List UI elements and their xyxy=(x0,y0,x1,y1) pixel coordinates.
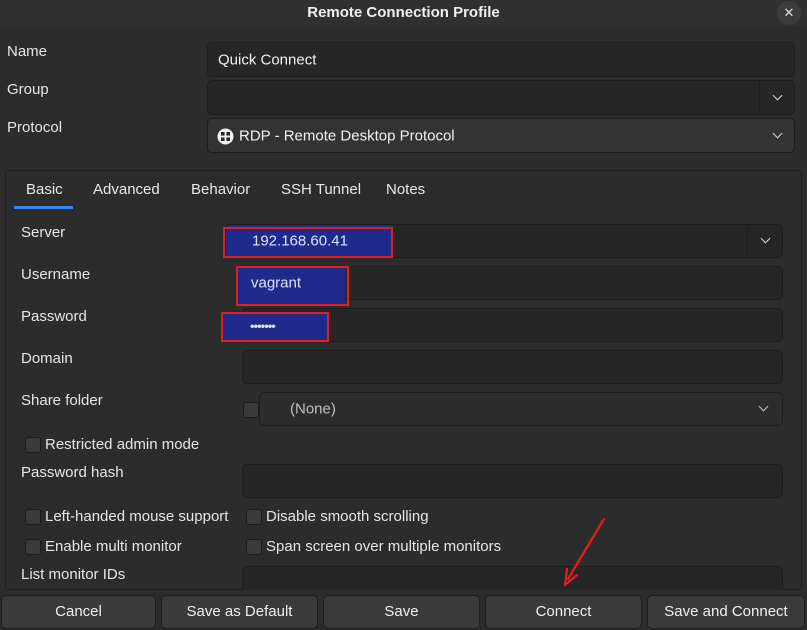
close-icon[interactable]: ✕ xyxy=(777,1,801,25)
protocol-dropdown[interactable]: RDP - Remote Desktop Protocol xyxy=(207,118,795,153)
server-dropdown-button[interactable] xyxy=(747,225,782,257)
tab-advanced[interactable]: Advanced xyxy=(93,181,160,198)
save-button[interactable]: Save xyxy=(323,595,480,629)
save-and-connect-button[interactable]: Save and Connect xyxy=(647,595,805,629)
domain-label: Domain xyxy=(21,350,73,367)
annotation-box-password xyxy=(221,312,329,342)
multi-monitor-label: Enable multi monitor xyxy=(45,538,182,555)
password-hash-input[interactable] xyxy=(242,464,783,498)
left-handed-label: Left-handed mouse support xyxy=(45,508,229,525)
span-screen-label: Span screen over multiple monitors xyxy=(266,538,502,555)
title-bar: Remote Connection Profile ✕ xyxy=(0,0,807,27)
connect-button[interactable]: Connect xyxy=(485,595,642,629)
restricted-admin-label: Restricted admin mode xyxy=(45,436,200,453)
protocol-label: Protocol xyxy=(7,119,63,136)
disable-smooth-scrolling-label: Disable smooth scrolling xyxy=(266,508,429,525)
password-label: Password xyxy=(21,308,87,325)
share-folder-value: (None) xyxy=(290,400,336,418)
share-folder-dropdown[interactable]: (None) xyxy=(259,392,783,426)
rdp-protocol-icon xyxy=(217,128,234,145)
span-screen-checkbox[interactable] xyxy=(246,539,262,555)
share-folder-label: Share folder xyxy=(21,392,103,409)
password-hash-label: Password hash xyxy=(21,464,124,481)
tab-basic[interactable]: Basic xyxy=(26,181,63,198)
group-dropdown-button[interactable] xyxy=(759,81,794,114)
tab-notes[interactable]: Notes xyxy=(386,181,425,198)
chevron-down-icon xyxy=(772,90,783,101)
tab-bar: Basic Advanced Behavior SSH Tunnel Notes xyxy=(5,170,802,209)
domain-input[interactable] xyxy=(242,350,783,384)
window-title: Remote Connection Profile xyxy=(307,4,500,21)
tab-behavior[interactable]: Behavior xyxy=(191,181,250,198)
tab-ssh-tunnel[interactable]: SSH Tunnel xyxy=(281,181,361,198)
annotation-box-server xyxy=(223,227,393,258)
active-tab-indicator xyxy=(14,206,73,209)
annotation-arrow-icon xyxy=(563,517,606,587)
protocol-value: RDP - Remote Desktop Protocol xyxy=(239,127,455,144)
name-input-value: Quick Connect xyxy=(218,51,317,68)
monitor-ids-input[interactable] xyxy=(242,566,783,590)
restricted-admin-checkbox[interactable] xyxy=(25,437,41,453)
left-handed-checkbox[interactable] xyxy=(25,509,41,525)
username-label: Username xyxy=(21,266,91,283)
monitor-ids-label: List monitor IDs xyxy=(21,566,126,583)
share-folder-checkbox[interactable] xyxy=(243,402,259,418)
annotation-box-username xyxy=(236,266,349,306)
chevron-down-icon xyxy=(772,128,783,139)
name-label: Name xyxy=(7,43,48,60)
button-bar: Cancel Save as Default Save Connect Save… xyxy=(0,593,807,630)
group-label: Group xyxy=(7,81,49,98)
name-input[interactable]: Quick Connect xyxy=(207,42,795,77)
chevron-down-icon xyxy=(758,401,769,412)
chevron-down-icon xyxy=(760,233,771,244)
disable-smooth-scrolling-checkbox[interactable] xyxy=(246,509,262,525)
save-as-default-button[interactable]: Save as Default xyxy=(161,595,318,629)
cancel-button[interactable]: Cancel xyxy=(1,595,156,629)
group-combo[interactable] xyxy=(207,80,795,115)
multi-monitor-checkbox[interactable] xyxy=(25,539,41,555)
server-label: Server xyxy=(21,224,66,241)
